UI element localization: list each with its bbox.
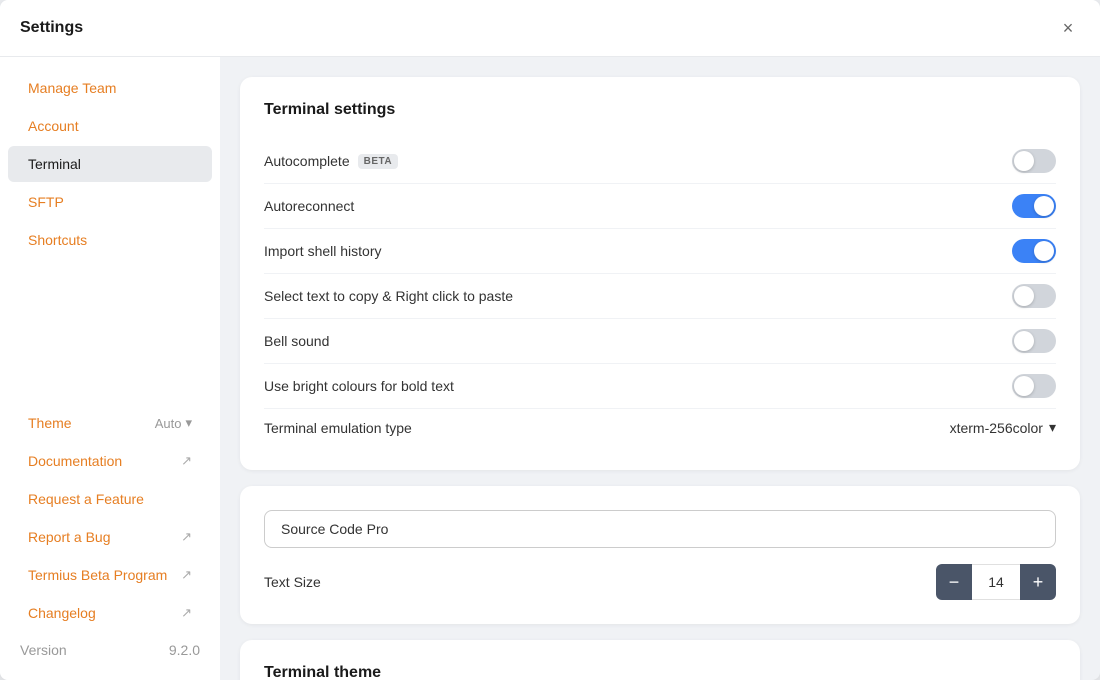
sidebar-item-termius-beta[interactable]: Termius Beta Program ↗ [8, 557, 212, 593]
toggle-autoreconnect[interactable] [1012, 194, 1056, 218]
toggle-autocomplete[interactable] [1012, 149, 1056, 173]
sidebar-item-label: Report a Bug [28, 529, 111, 545]
setting-row-select-copy: Select text to copy & Right click to pas… [264, 274, 1056, 319]
external-link-icon: ↗ [181, 453, 192, 469]
toggle-thumb [1014, 376, 1034, 396]
content-area: Manage Team Account Terminal SFTP Shortc… [0, 57, 1100, 680]
setting-label-autocomplete: Autocomplete BETA [264, 153, 398, 169]
setting-row-import-shell: Import shell history [264, 229, 1056, 274]
sidebar-item-changelog[interactable]: Changelog ↗ [8, 595, 212, 631]
sidebar-item-documentation[interactable]: Documentation ↗ [8, 443, 212, 479]
sidebar-item-report-bug[interactable]: Report a Bug ↗ [8, 519, 212, 555]
setting-row-autocomplete: Autocomplete BETA [264, 139, 1056, 184]
text-size-row: Text Size − 14 + [264, 548, 1056, 600]
sidebar-item-terminal[interactable]: Terminal [8, 146, 212, 182]
chevron-down-icon: ▾ [185, 415, 192, 431]
text-size-value: 14 [972, 564, 1020, 600]
toggle-track [1012, 329, 1056, 353]
settings-window: Settings × Manage Team Account Terminal … [0, 0, 1100, 680]
font-input[interactable] [264, 510, 1056, 548]
sidebar-item-label: Theme [28, 415, 72, 431]
toggle-thumb [1014, 151, 1034, 171]
terminal-theme-card: Terminal theme [240, 640, 1080, 680]
toggle-track [1012, 374, 1056, 398]
terminal-theme-title: Terminal theme [264, 664, 1056, 680]
close-button[interactable]: × [1056, 16, 1080, 40]
setting-label-bright-colours: Use bright colours for bold text [264, 378, 454, 394]
sidebar-item-manage-team[interactable]: Manage Team [8, 70, 212, 106]
increase-size-button[interactable]: + [1020, 564, 1056, 600]
setting-label-select-copy: Select text to copy & Right click to pas… [264, 288, 513, 304]
terminal-settings-title: Terminal settings [264, 101, 1056, 119]
sidebar-item-request-feature[interactable]: Request a Feature [8, 481, 212, 517]
toggle-track [1012, 194, 1056, 218]
setting-row-emulation: Terminal emulation type xterm-256color ▾ [264, 409, 1056, 446]
text-size-label: Text Size [264, 574, 321, 590]
toggle-import-shell[interactable] [1012, 239, 1056, 263]
sidebar-item-account[interactable]: Account [8, 108, 212, 144]
title-bar: Settings × [0, 0, 1100, 57]
sidebar-item-label: Terminal [28, 156, 81, 172]
version-label: Version [20, 642, 67, 658]
sidebar-item-label: SFTP [28, 194, 64, 210]
toggle-bell-sound[interactable] [1012, 329, 1056, 353]
sidebar-item-sftp[interactable]: SFTP [8, 184, 212, 220]
setting-label-import-shell: Import shell history [264, 243, 381, 259]
sidebar-item-label: Manage Team [28, 80, 116, 96]
main-content: Terminal settings Autocomplete BETA [220, 57, 1100, 680]
setting-label-bell-sound: Bell sound [264, 333, 329, 349]
font-settings-card: Text Size − 14 + [240, 486, 1080, 624]
sidebar-item-label: Shortcuts [28, 232, 87, 248]
toggle-thumb [1034, 196, 1054, 216]
text-size-controls: − 14 + [936, 564, 1056, 600]
version-value: 9.2.0 [169, 642, 200, 658]
setting-label-autoreconnect: Autoreconnect [264, 198, 354, 214]
sidebar-item-shortcuts[interactable]: Shortcuts [8, 222, 212, 258]
beta-badge: BETA [358, 154, 398, 169]
setting-row-bell-sound: Bell sound [264, 319, 1056, 364]
version-row: Version 9.2.0 [0, 632, 220, 668]
chevron-down-icon: ▾ [1049, 419, 1056, 436]
toggle-track [1012, 284, 1056, 308]
window-title: Settings [20, 19, 83, 37]
toggle-track [1012, 149, 1056, 173]
sidebar-item-label: Changelog [28, 605, 96, 621]
external-link-icon: ↗ [181, 567, 192, 583]
theme-value: Auto ▾ [155, 415, 192, 431]
setting-row-autoreconnect: Autoreconnect [264, 184, 1056, 229]
toggle-thumb [1034, 241, 1054, 261]
external-link-icon: ↗ [181, 605, 192, 621]
toggle-select-copy[interactable] [1012, 284, 1056, 308]
setting-label-emulation: Terminal emulation type [264, 420, 412, 436]
sidebar-item-theme[interactable]: Theme Auto ▾ [8, 405, 212, 441]
emulation-select[interactable]: xterm-256color ▾ [950, 419, 1056, 436]
toggle-track [1012, 239, 1056, 263]
sidebar-item-label: Termius Beta Program [28, 567, 167, 583]
sidebar: Manage Team Account Terminal SFTP Shortc… [0, 57, 220, 680]
sidebar-item-label: Request a Feature [28, 491, 144, 507]
external-link-icon: ↗ [181, 529, 192, 545]
setting-row-bright-colours: Use bright colours for bold text [264, 364, 1056, 409]
toggle-thumb [1014, 286, 1034, 306]
toggle-thumb [1014, 331, 1034, 351]
decrease-size-button[interactable]: − [936, 564, 972, 600]
sidebar-item-label: Documentation [28, 453, 122, 469]
terminal-settings-card: Terminal settings Autocomplete BETA [240, 77, 1080, 470]
toggle-bright-colours[interactable] [1012, 374, 1056, 398]
sidebar-item-label: Account [28, 118, 79, 134]
